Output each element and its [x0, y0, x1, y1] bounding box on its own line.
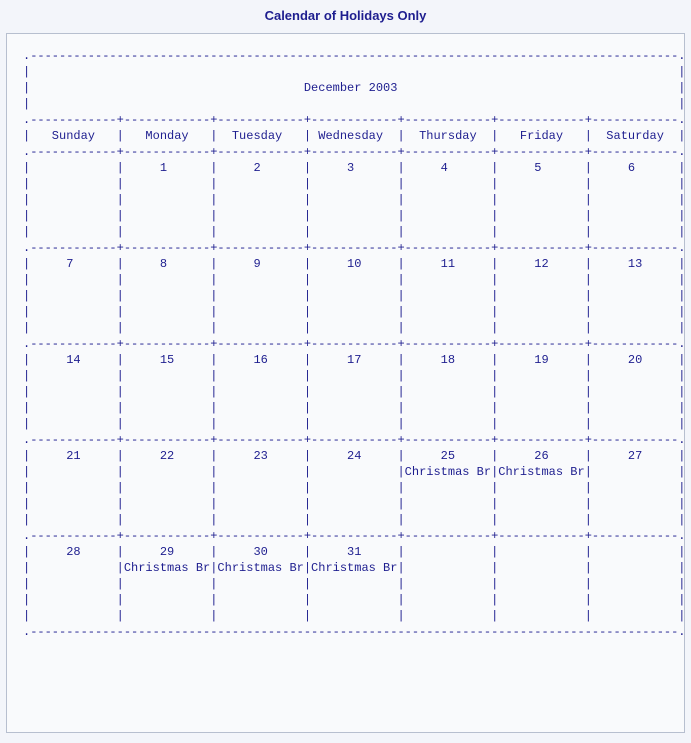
page-title: Calendar of Holidays Only	[0, 0, 691, 33]
calendar-panel: .---------------------------------------…	[6, 33, 685, 733]
calendar-ascii: .---------------------------------------…	[23, 48, 668, 640]
